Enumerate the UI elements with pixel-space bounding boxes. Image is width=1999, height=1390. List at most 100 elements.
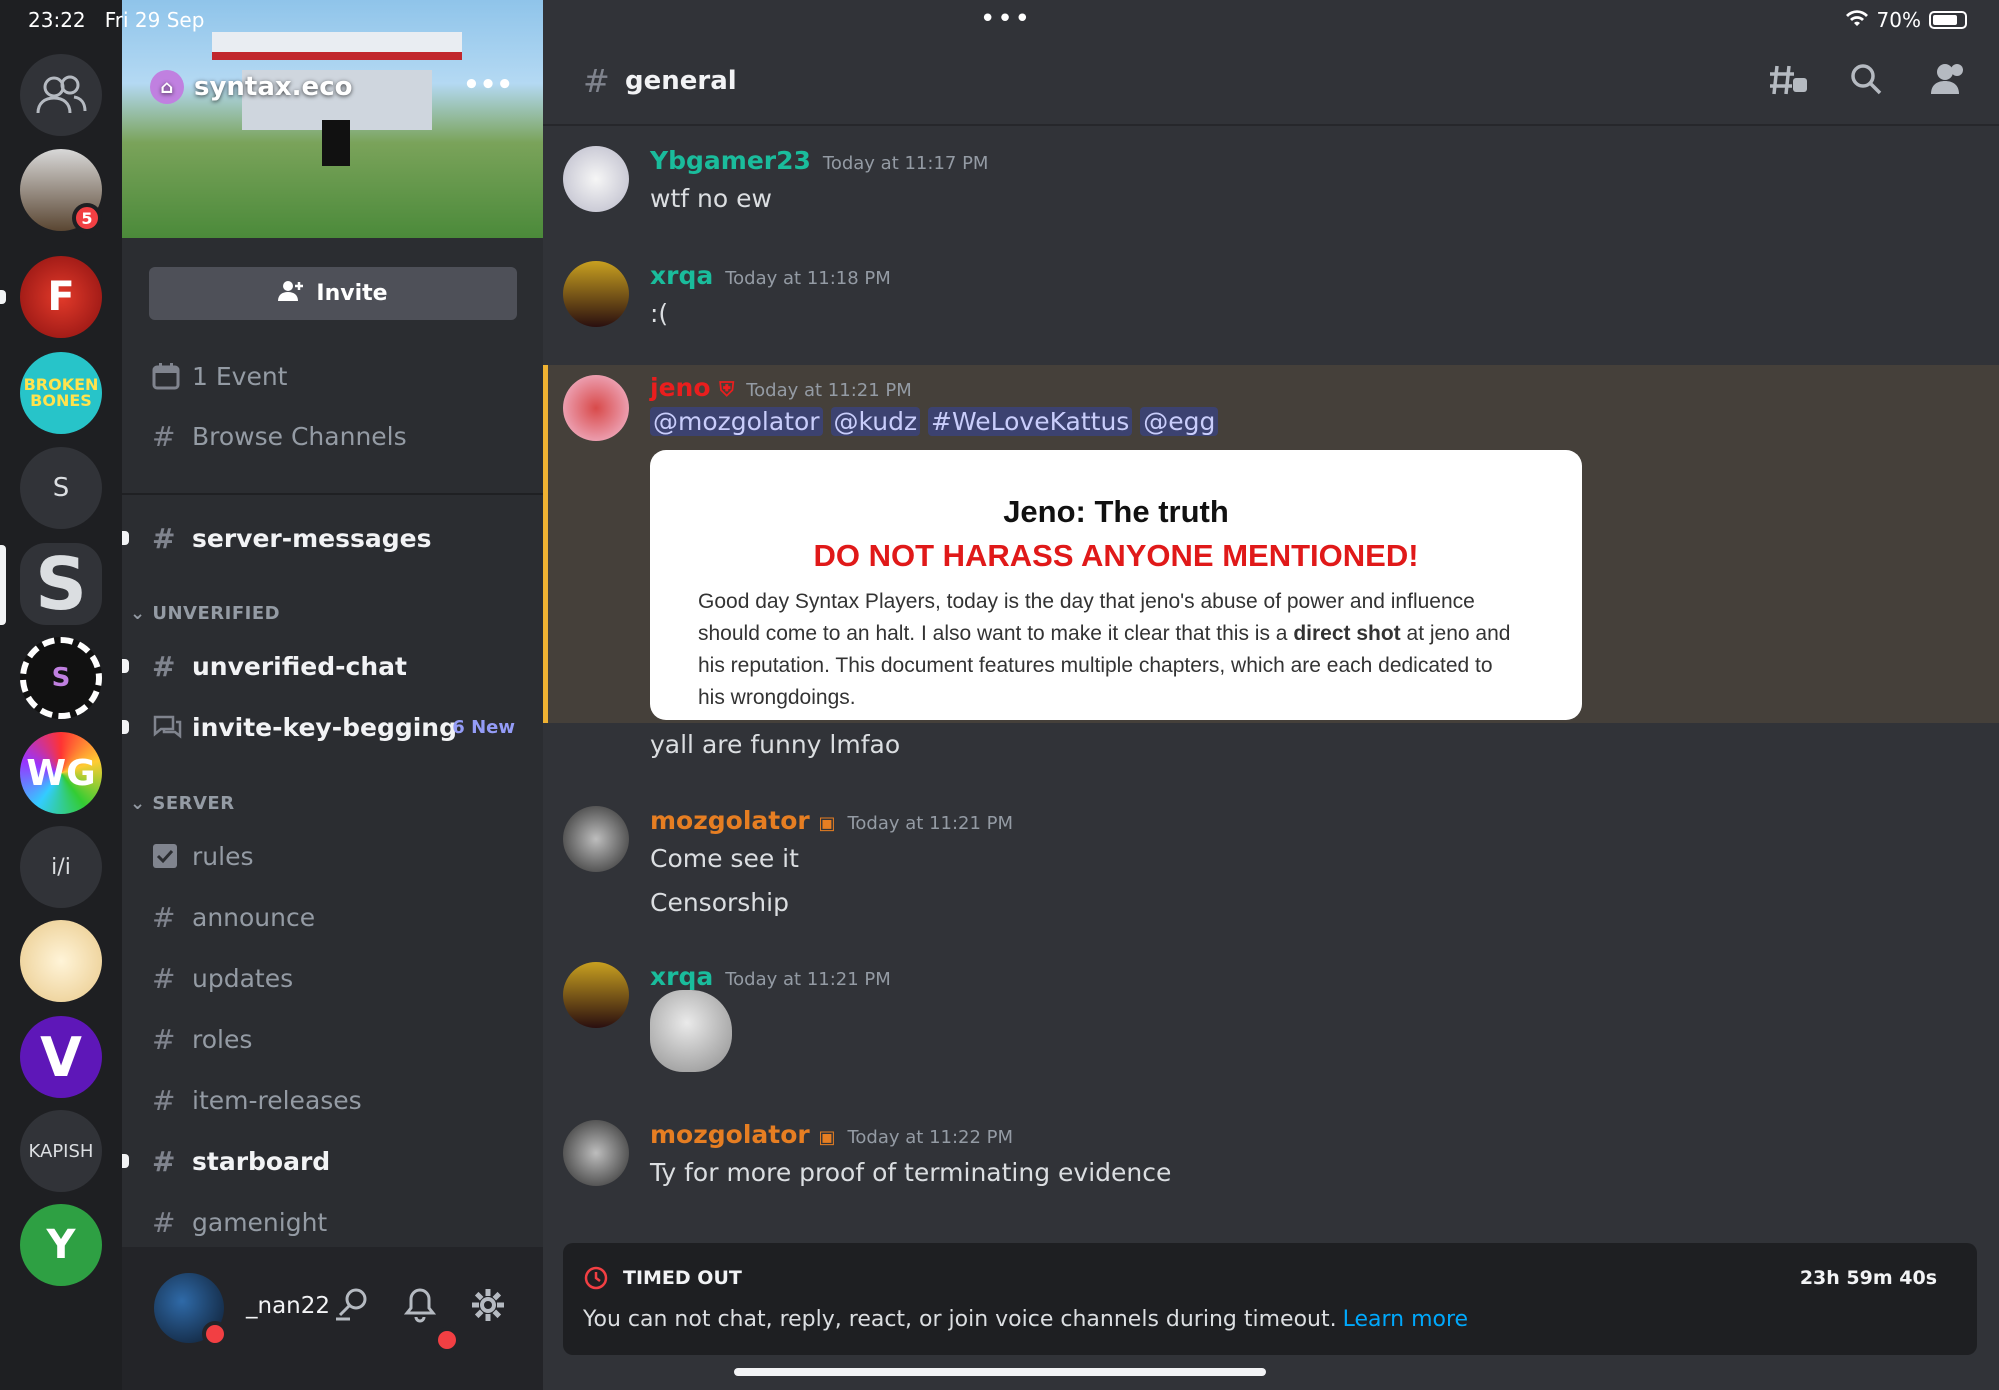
battery-percent: 70% bbox=[1876, 8, 1921, 32]
message-text: Come see it bbox=[650, 844, 799, 873]
message-text: Ty for more proof of terminating evidenc… bbox=[650, 1158, 1172, 1187]
browse-channels-row[interactable]: # Browse Channels bbox=[122, 412, 543, 460]
channel-starboard[interactable]: # starboard bbox=[122, 1137, 543, 1185]
dnd-status-icon bbox=[202, 1321, 228, 1347]
search-icon[interactable] bbox=[1849, 62, 1883, 105]
server-broken-bones[interactable]: BROKEN BONES bbox=[20, 352, 102, 434]
server-ii[interactable]: i/i bbox=[20, 826, 102, 908]
channel-label: invite-key-begging bbox=[192, 712, 458, 742]
channel-label: item-releases bbox=[192, 1085, 362, 1115]
unread-pill bbox=[0, 290, 6, 304]
timeout-title: TIMED OUT bbox=[623, 1267, 742, 1289]
forum-icon bbox=[122, 714, 192, 740]
search-users-icon[interactable] bbox=[334, 1287, 372, 1330]
message-author[interactable]: Ybgamer23 Today at 11:17 PM bbox=[650, 146, 988, 175]
document-embed[interactable]: Jeno: The truth DO NOT HARASS ANYONE MEN… bbox=[650, 450, 1582, 720]
selected-server-pill bbox=[0, 545, 6, 625]
mention[interactable]: @kudz bbox=[830, 407, 921, 436]
learn-more-link[interactable]: Learn more bbox=[1343, 1307, 1468, 1332]
settings-gear-icon[interactable] bbox=[470, 1287, 506, 1332]
hash-icon: # bbox=[152, 521, 176, 555]
timeout-countdown: 23h 59m 40s bbox=[1799, 1267, 1937, 1289]
locked-hash-icon: # bbox=[152, 1205, 176, 1239]
channel-sidebar: ⌂ syntax.eco ••• Invite 1 Event # Browse… bbox=[122, 0, 543, 1390]
events-label: 1 Event bbox=[192, 361, 288, 391]
message-text: :( bbox=[650, 299, 669, 328]
mention[interactable]: #WeLoveKattus bbox=[928, 407, 1133, 436]
user-avatar[interactable] bbox=[563, 146, 629, 212]
channel-server-messages[interactable]: # server-messages bbox=[122, 514, 543, 562]
channel-label: unverified-chat bbox=[192, 651, 407, 681]
channel-title: general bbox=[625, 66, 737, 96]
user-avatar[interactable] bbox=[563, 261, 629, 327]
channel-roles[interactable]: # roles bbox=[122, 1015, 543, 1063]
hash-icon: # bbox=[152, 900, 176, 934]
channel-invite-key-begging[interactable]: invite-key-begging 6 New bbox=[122, 703, 543, 751]
channel-announce[interactable]: # announce bbox=[122, 893, 543, 941]
message-author[interactable]: mozgolator ▣ Today at 11:21 PM bbox=[650, 806, 1013, 835]
document-body: Good day Syntax Players, today is the da… bbox=[698, 590, 1511, 709]
friends-icon bbox=[36, 75, 87, 114]
server-more-button[interactable]: ••• bbox=[463, 70, 513, 100]
user-avatar[interactable] bbox=[563, 1120, 629, 1186]
browse-channels-label: Browse Channels bbox=[192, 421, 407, 451]
server-f[interactable]: F bbox=[20, 256, 102, 338]
document-warning: DO NOT HARASS ANYONE MENTIONED! bbox=[813, 538, 1419, 573]
members-icon[interactable] bbox=[1929, 62, 1967, 105]
document-title: Jeno: The truth bbox=[1003, 494, 1229, 529]
multitasking-dots[interactable]: ••• bbox=[980, 4, 1032, 34]
server-anime[interactable] bbox=[20, 920, 102, 1002]
server-v[interactable]: V bbox=[20, 1016, 102, 1098]
server-kapish[interactable]: KAPISH bbox=[20, 1110, 102, 1192]
channel-item-releases[interactable]: # item-releases bbox=[122, 1076, 543, 1124]
message-author[interactable]: xrqa Today at 11:21 PM bbox=[650, 962, 891, 991]
server-rail: 5 F BROKEN BONES S S S WG i/i V KAPISH Y bbox=[0, 0, 122, 1390]
events-row[interactable]: 1 Event bbox=[122, 352, 543, 400]
server-header[interactable]: ⌂ syntax.eco bbox=[150, 70, 352, 104]
user-avatar[interactable] bbox=[563, 806, 629, 872]
home-indicator[interactable] bbox=[734, 1368, 1266, 1376]
channel-gamenight[interactable]: # gamenight bbox=[122, 1198, 543, 1246]
user-avatar[interactable] bbox=[563, 375, 629, 441]
invite-button[interactable]: Invite bbox=[149, 267, 517, 320]
user-avatar[interactable] bbox=[563, 962, 629, 1028]
hash-icon: # bbox=[152, 649, 176, 683]
status-bar: 23:22 Fri 29 Sep ••• 70% bbox=[0, 0, 1999, 40]
category-unverified[interactable]: ⌄ UNVERIFIED bbox=[130, 603, 280, 624]
locked-hash-icon: # bbox=[583, 62, 610, 100]
battery-icon bbox=[1929, 11, 1967, 29]
role-shield-icon: ⛨ bbox=[719, 377, 735, 401]
user-panel: _nan22 bbox=[122, 1247, 543, 1390]
channel-label: announce bbox=[192, 902, 316, 932]
server-y[interactable]: Y bbox=[20, 1204, 102, 1286]
channel-label: gamenight bbox=[192, 1207, 328, 1237]
threads-icon[interactable] bbox=[1769, 62, 1809, 107]
message-text: Censorship bbox=[650, 888, 789, 917]
locked-hash-icon: # bbox=[152, 1144, 176, 1178]
message-author[interactable]: jeno ⛨ Today at 11:21 PM bbox=[650, 373, 912, 402]
mention-badge: 5 bbox=[72, 203, 102, 233]
chat-area: # general Ybgamer23 Today at 11:17 PM wtf… bbox=[543, 0, 1999, 1390]
username[interactable]: _nan22 bbox=[246, 1293, 330, 1319]
timeout-notice: TIMED OUT 23h 59m 40s You can not chat, … bbox=[563, 1243, 1977, 1355]
direct-messages-button[interactable] bbox=[20, 54, 102, 136]
rules-icon bbox=[122, 843, 192, 869]
clock-icon bbox=[583, 1265, 609, 1297]
mention[interactable]: @mozgolator bbox=[650, 407, 823, 436]
category-server[interactable]: ⌄ SERVER bbox=[130, 793, 235, 814]
channel-updates[interactable]: # updates bbox=[122, 954, 543, 1002]
server-poker-s[interactable]: S bbox=[20, 637, 102, 719]
channel-rules[interactable]: rules bbox=[122, 832, 543, 880]
new-posts-badge: 6 New bbox=[452, 716, 515, 738]
server-syntax[interactable]: S bbox=[20, 543, 102, 625]
notifications-bell-icon[interactable] bbox=[403, 1287, 437, 1332]
mention[interactable]: @egg bbox=[1140, 407, 1219, 436]
add-user-icon bbox=[278, 280, 304, 308]
server-s[interactable]: S bbox=[20, 447, 102, 529]
server-wg[interactable]: WG bbox=[20, 732, 102, 814]
message-author[interactable]: xrqa Today at 11:18 PM bbox=[650, 261, 891, 290]
channel-label: rules bbox=[192, 841, 254, 871]
channel-unverified-chat[interactable]: # unverified-chat bbox=[122, 642, 543, 690]
message-author[interactable]: mozgolator ▣ Today at 11:22 PM bbox=[650, 1120, 1013, 1149]
trollface-sticker[interactable] bbox=[650, 990, 732, 1072]
